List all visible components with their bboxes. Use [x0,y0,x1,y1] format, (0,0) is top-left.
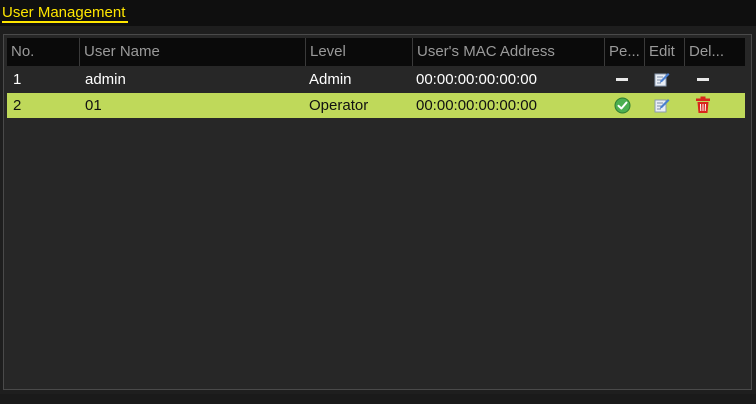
cell-mac-address: 00:00:00:00:00:00 [416,97,537,114]
column-header-mac-address[interactable]: User's MAC Address [412,38,604,66]
cell-user-name: admin [85,71,126,88]
trash-icon[interactable] [695,96,711,114]
column-header-edit[interactable]: Edit [644,38,684,66]
cell-no: 2 [13,97,22,114]
tab-user-management[interactable]: User Management [2,4,129,23]
table-header: No. User Name Level User's MAC Address P… [7,38,745,66]
dash-icon [697,78,709,81]
cell-level: Admin [309,71,352,88]
cell-level: Operator [309,97,369,114]
column-header-user-name[interactable]: User Name [79,38,305,66]
edit-icon[interactable] [654,72,670,87]
column-header-no[interactable]: No. [7,38,79,66]
column-header-level[interactable]: Level [305,38,412,66]
permission-cell [610,67,640,92]
permission-cell[interactable] [610,93,640,118]
cell-user-name: 01 [85,97,102,114]
bottom-bar [0,394,756,404]
dash-icon [616,78,628,81]
delete-cell [691,67,721,92]
table-row[interactable]: 2 01 Operator 00:00:00:00:00:00 [7,93,745,118]
edit-cell[interactable] [650,93,680,118]
cell-mac-address: 00:00:00:00:00:00 [416,71,537,88]
delete-cell[interactable] [691,93,721,118]
table-row[interactable]: 1 admin Admin 00:00:00:00:00:00 [7,67,745,92]
edit-cell[interactable] [650,67,680,92]
column-header-permission[interactable]: Pe... [604,38,644,66]
user-table-panel: No. User Name Level User's MAC Address P… [3,34,752,390]
column-header-delete[interactable]: Del... [684,38,745,66]
edit-icon[interactable] [654,98,670,113]
cell-no: 1 [13,71,22,88]
check-icon[interactable] [614,97,631,114]
tab-bar: User Management [0,0,756,26]
